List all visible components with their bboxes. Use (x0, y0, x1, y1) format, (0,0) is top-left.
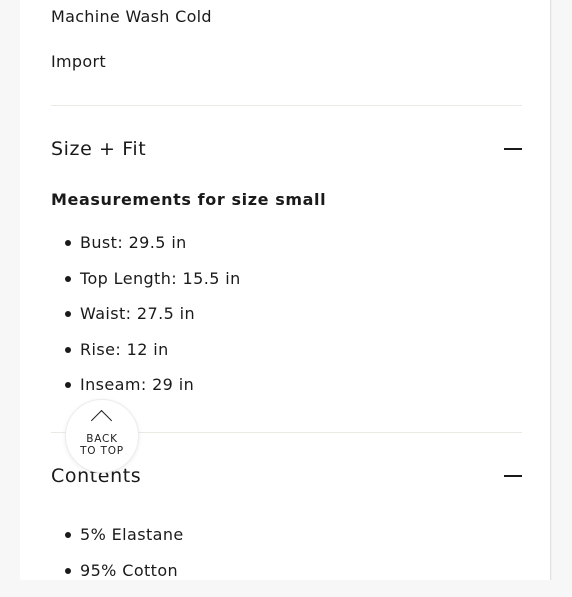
measurements-heading: Measurements for size small (51, 190, 326, 209)
bullet-icon (65, 347, 71, 353)
list-item: 5% Elastane (65, 526, 184, 562)
back-to-top-button[interactable]: BACK TO TOP (65, 399, 139, 473)
product-details-panel: Machine Wash Cold Import Size + Fit Meas… (20, 0, 551, 580)
bullet-icon (65, 532, 71, 538)
content-text: 95% Cotton (80, 561, 178, 580)
bullet-icon (65, 382, 71, 388)
section-divider (51, 105, 522, 106)
back-to-top-label-line1: BACK (66, 433, 138, 445)
list-item: 95% Cotton (65, 562, 184, 597)
list-item: Rise: 12 in (65, 341, 241, 377)
content-text: 5% Elastane (80, 525, 184, 544)
list-item: Waist: 27.5 in (65, 305, 241, 341)
measurement-text: Inseam: 29 in (80, 375, 194, 394)
origin-text: Import (51, 52, 106, 71)
list-item: Top Length: 15.5 in (65, 270, 241, 306)
contents-list: 5% Elastane 95% Cotton (65, 526, 184, 597)
bullet-icon (65, 568, 71, 574)
bullet-icon (65, 276, 71, 282)
bullet-icon (65, 311, 71, 317)
minus-icon[interactable] (504, 148, 522, 150)
measurements-list: Bust: 29.5 in Top Length: 15.5 in Waist:… (65, 234, 241, 412)
list-item: Bust: 29.5 in (65, 234, 241, 270)
bullet-icon (65, 240, 71, 246)
measurement-text: Waist: 27.5 in (80, 304, 195, 323)
chevron-up-icon (91, 410, 112, 431)
back-to-top-label-line2: TO TOP (66, 445, 138, 457)
measurement-text: Rise: 12 in (80, 340, 169, 359)
measurement-text: Top Length: 15.5 in (80, 269, 241, 288)
care-instruction: Machine Wash Cold (51, 7, 212, 26)
measurement-text: Bust: 29.5 in (80, 233, 187, 252)
section-header-size-fit[interactable]: Size + Fit (51, 138, 146, 160)
minus-icon[interactable] (504, 475, 522, 477)
